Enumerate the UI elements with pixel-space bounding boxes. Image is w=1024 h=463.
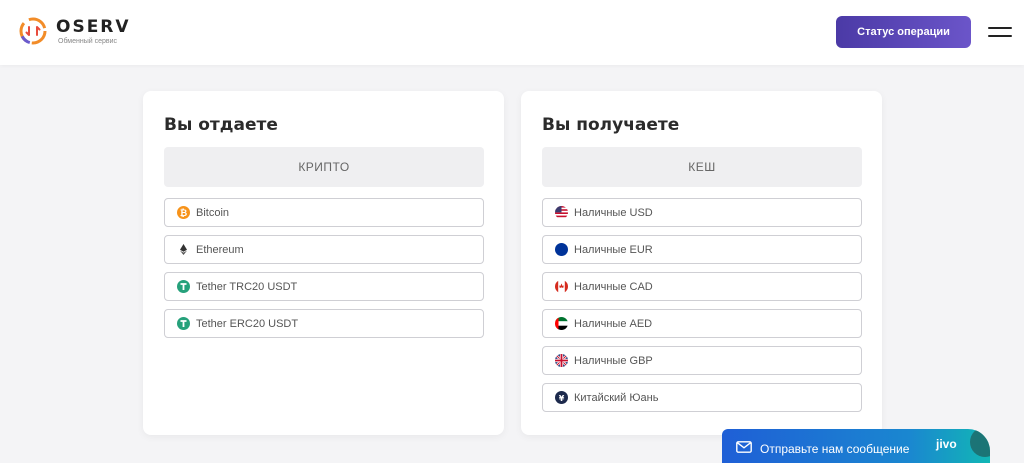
eu-flag-icon	[555, 243, 568, 256]
give-item-label: Bitcoin	[196, 206, 230, 219]
usa-flag-icon	[555, 206, 568, 219]
receive-item-label: Наличные GBP	[574, 354, 653, 367]
uae-flag-icon	[555, 317, 568, 330]
chat-widget-button[interactable]: Отправьте нам сообщение jivo	[722, 429, 990, 463]
give-item-bitcoin[interactable]: ₿ Bitcoin	[164, 198, 484, 227]
svg-text:₿: ₿	[180, 208, 187, 219]
receive-item-label: Наличные AED	[574, 317, 653, 330]
receive-item-label: Китайский Юань	[574, 391, 659, 404]
give-item-label: Ethereum	[196, 243, 244, 256]
receive-item-eur[interactable]: Наличные EUR	[542, 235, 862, 264]
oserv-logo-icon	[18, 16, 48, 46]
logo[interactable]: OSERV Обменный сервис	[18, 16, 131, 46]
logo-name: OSERV	[56, 16, 131, 37]
receive-panel: Вы получаете КЕШ Наличные USD Наличные E…	[521, 91, 882, 435]
yuan-icon: ¥	[555, 391, 568, 404]
give-item-tether-erc20[interactable]: Tether ERC20 USDT	[164, 309, 484, 338]
chat-label: Отправьте нам сообщение	[760, 442, 910, 456]
tether-icon	[177, 280, 190, 293]
receive-item-label: Наличные EUR	[574, 243, 653, 256]
menu-icon[interactable]	[988, 24, 1012, 40]
give-item-label: Tether TRC20 USDT	[196, 280, 298, 293]
give-item-label: Tether ERC20 USDT	[196, 317, 299, 330]
tether-icon	[177, 317, 190, 330]
tab-cash[interactable]: КЕШ	[542, 147, 862, 187]
receive-item-cad[interactable]: Наличные CAD	[542, 272, 862, 301]
logo-subtitle: Обменный сервис	[58, 37, 118, 45]
chat-brand: jivo	[936, 437, 957, 451]
canada-flag-icon	[555, 280, 568, 293]
receive-item-label: Наличные USD	[574, 206, 653, 219]
tab-crypto[interactable]: КРИПТО	[164, 147, 484, 187]
ethereum-icon	[177, 243, 190, 256]
header: OSERV Обменный сервис Статус операции	[0, 0, 1024, 65]
envelope-icon	[736, 440, 752, 458]
chat-corner-decoration	[970, 429, 990, 457]
receive-item-label: Наличные CAD	[574, 280, 653, 293]
receive-item-usd[interactable]: Наличные USD	[542, 198, 862, 227]
bitcoin-icon: ₿	[177, 206, 190, 219]
give-title: Вы отдаете	[164, 115, 278, 135]
uk-flag-icon	[555, 354, 568, 367]
receive-item-aed[interactable]: Наличные AED	[542, 309, 862, 338]
receive-item-cny[interactable]: ¥ Китайский Юань	[542, 383, 862, 412]
receive-title: Вы получаете	[542, 115, 680, 135]
svg-text:¥: ¥	[559, 394, 565, 403]
give-item-tether-trc20[interactable]: Tether TRC20 USDT	[164, 272, 484, 301]
give-panel: Вы отдаете КРИПТО ₿ Bitcoin Ethereum Tet…	[143, 91, 504, 435]
operation-status-button[interactable]: Статус операции	[836, 16, 971, 48]
give-item-ethereum[interactable]: Ethereum	[164, 235, 484, 264]
receive-item-gbp[interactable]: Наличные GBP	[542, 346, 862, 375]
